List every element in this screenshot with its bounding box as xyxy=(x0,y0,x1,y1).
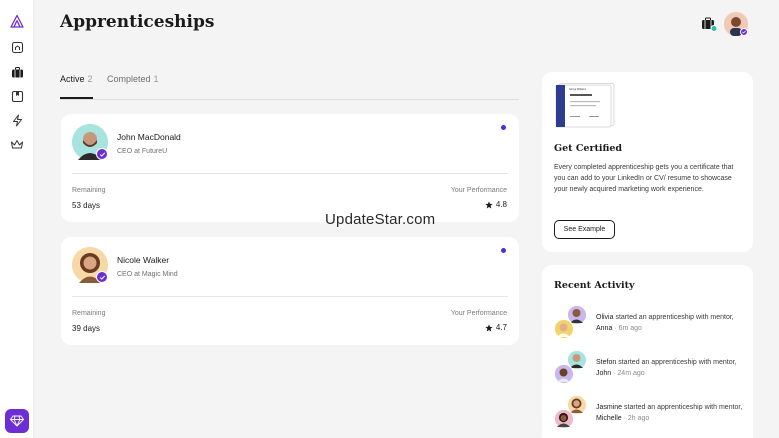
activity-text: Olivia started an apprenticeship with me… xyxy=(596,312,746,334)
performance-rating: 4.7 xyxy=(485,323,507,332)
certificate-title: Get Certified xyxy=(554,143,623,154)
recent-activity-card: Recent Activity Olivia started an appren… xyxy=(542,265,753,438)
tab-active[interactable]: Active 2 xyxy=(60,72,93,99)
performance-value: 4.7 xyxy=(495,323,507,332)
mentor-name: Nicole Walker xyxy=(117,255,170,265)
crown-icon[interactable] xyxy=(8,135,26,153)
briefcase-icon[interactable] xyxy=(8,63,26,81)
performance-value: 4.8 xyxy=(495,200,507,209)
apprenticeship-card[interactable]: Nicole Walker CEO at Magic Mind Remainin… xyxy=(61,237,519,345)
tab-bar: Active 2 Completed 1 xyxy=(60,72,519,100)
activity-message: started an apprenticeship with mentor, xyxy=(613,314,734,321)
remaining-label: Remaining xyxy=(72,310,106,317)
activity-user: Jasmine xyxy=(596,404,623,411)
remaining-label: Remaining xyxy=(72,187,106,194)
performance-label: Your Performance xyxy=(450,310,507,317)
activity-user: Stefon xyxy=(596,359,617,366)
certificate-preview: Sanya Williams xyxy=(553,83,615,128)
tab-completed[interactable]: Completed 1 xyxy=(107,72,159,99)
remaining-value: 53 days xyxy=(72,201,101,210)
unread-dot xyxy=(501,248,506,253)
verified-badge-icon xyxy=(96,271,108,283)
mentor-role: CEO at Magic Mind xyxy=(117,271,178,278)
certificate-preview-name: Sanya Williams xyxy=(569,88,587,91)
watermark: UpdateStar.com xyxy=(325,211,436,228)
bookmark-icon[interactable] xyxy=(8,87,26,105)
activity-item[interactable]: Stefon started an apprenticeship with me… xyxy=(552,350,747,390)
remaining-value: 39 days xyxy=(72,324,101,333)
certificate-description: Every completed apprenticeship gets you … xyxy=(554,164,734,193)
activity-title: Recent Activity xyxy=(554,280,635,291)
avatar xyxy=(554,319,574,339)
activity-mentor: Michelle xyxy=(596,415,622,422)
logo-icon[interactable] xyxy=(8,13,26,31)
performance-label: Your Performance xyxy=(450,187,507,194)
gem-icon[interactable] xyxy=(5,409,29,433)
tab-active-count: 2 xyxy=(87,74,93,84)
activity-message: started an apprenticeship with mentor, xyxy=(622,404,743,411)
apprenticeship-card[interactable]: John MacDonald CEO at FutureU Remaining … xyxy=(61,114,519,222)
certificate-card: Sanya Williams Get Certified Every compl… xyxy=(542,72,753,252)
lightning-icon[interactable] xyxy=(8,111,26,129)
activity-item[interactable]: Olivia started an apprenticeship with me… xyxy=(552,305,747,345)
briefcase-icon[interactable] xyxy=(700,15,718,33)
page-title: Apprenticeships xyxy=(60,12,215,32)
avatar[interactable] xyxy=(724,12,748,36)
star-icon xyxy=(485,323,493,331)
activity-text: Jasmine started an apprenticeship with m… xyxy=(596,402,746,424)
home-icon[interactable] xyxy=(8,38,26,56)
verified-badge-icon xyxy=(96,148,108,160)
tab-completed-count: 1 xyxy=(153,74,159,84)
mentor-name: John MacDonald xyxy=(117,132,181,142)
activity-text: Stefon started an apprenticeship with me… xyxy=(596,357,746,379)
activity-time: · 24m ago xyxy=(611,370,645,377)
performance-rating: 4.8 xyxy=(485,200,507,209)
star-icon xyxy=(485,200,493,208)
tab-completed-label: Completed xyxy=(107,74,151,84)
divider xyxy=(72,173,508,174)
activity-mentor: Anna xyxy=(596,325,613,332)
unread-dot xyxy=(501,125,506,130)
activity-time: · 6m ago xyxy=(612,325,642,332)
tab-active-label: Active xyxy=(60,74,85,84)
avatar xyxy=(554,364,574,384)
activity-time: · 2h ago xyxy=(621,415,650,422)
activity-item[interactable]: Jasmine started an apprenticeship with m… xyxy=(552,395,747,435)
avatar xyxy=(554,409,574,429)
divider xyxy=(72,296,508,297)
sidebar xyxy=(0,0,34,438)
mentor-role: CEO at FutureU xyxy=(117,148,168,155)
activity-mentor: John xyxy=(596,370,612,377)
activity-message: started an apprenticeship with mentor, xyxy=(616,359,737,366)
activity-user: Olivia xyxy=(596,314,614,321)
see-example-button[interactable]: See Example xyxy=(554,220,615,239)
